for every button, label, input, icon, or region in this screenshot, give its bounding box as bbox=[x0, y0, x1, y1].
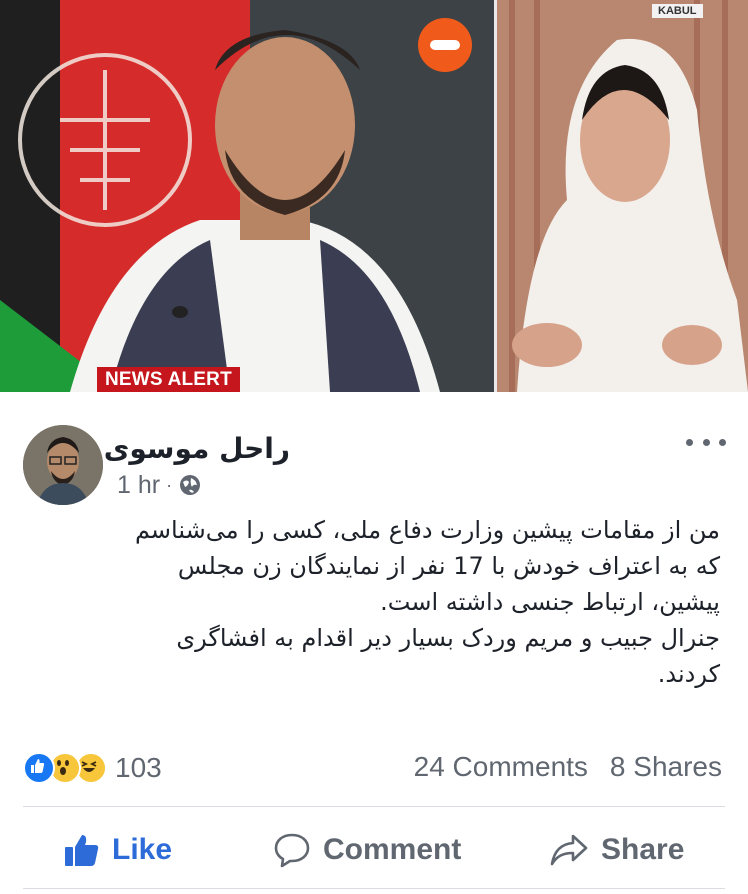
post-body: من از مقامات پیشین وزارت دفاع ملی، کسی ر… bbox=[28, 512, 720, 692]
reaction-count: 103 bbox=[115, 752, 162, 783]
post-time[interactable]: 1 hr bbox=[117, 471, 160, 500]
globe-icon[interactable] bbox=[178, 473, 202, 497]
post-text-line: کردند. bbox=[657, 660, 720, 688]
comment-button[interactable]: Comment bbox=[273, 828, 461, 872]
post-text-line: که به اعتراف خودش با 17 نفر از نمایندگان… bbox=[177, 552, 720, 580]
divider-line bbox=[23, 806, 725, 807]
woman-interview-illustration bbox=[497, 0, 748, 392]
thumbs-up-icon bbox=[65, 835, 99, 866]
interview-frame-left: NEWS ALERT bbox=[0, 0, 494, 392]
post-text-line: من از مقامات پیشین وزارت دفاع ملی، کسی ر… bbox=[134, 516, 720, 544]
author-name[interactable]: راحل موسوی bbox=[104, 432, 290, 465]
post-meta: 1 hr · bbox=[117, 471, 202, 499]
more-dot-icon bbox=[719, 438, 726, 446]
share-arrow-icon bbox=[550, 834, 588, 866]
more-options-icon[interactable] bbox=[686, 432, 726, 452]
man-interview-illustration bbox=[0, 0, 494, 392]
share-label: Share bbox=[601, 833, 685, 866]
divider-line bbox=[23, 888, 725, 889]
more-dot-icon bbox=[702, 438, 710, 446]
news-alert-banner: NEWS ALERT bbox=[97, 367, 240, 392]
engagement-counts: 24 Comments 8 Shares bbox=[414, 751, 722, 783]
comment-bubble-icon bbox=[274, 833, 310, 868]
reaction-summary[interactable]: 103 bbox=[23, 752, 162, 784]
shares-count-link[interactable]: 8 Shares bbox=[610, 751, 722, 783]
post-image[interactable]: NEWS ALERT KABUL bbox=[0, 0, 748, 392]
comment-label: Comment bbox=[323, 833, 462, 866]
meta-separator: · bbox=[166, 474, 173, 495]
more-dot-icon bbox=[686, 438, 693, 446]
post-text-line: جنرال جبیب و مریم وردک بسیار دیر اقدام ب… bbox=[176, 624, 720, 652]
location-tag: KABUL bbox=[652, 4, 703, 18]
post-text-line: پیشین، ارتباط جنسی داشته است. bbox=[380, 588, 720, 616]
channel-logo-icon bbox=[418, 18, 472, 72]
comments-count-link[interactable]: 24 Comments bbox=[414, 751, 588, 783]
share-button[interactable]: Share bbox=[549, 828, 684, 872]
interview-frame-right: KABUL bbox=[497, 0, 748, 392]
avatar-image bbox=[23, 425, 103, 505]
avatar[interactable] bbox=[23, 425, 103, 505]
like-icon bbox=[23, 752, 55, 784]
like-label: Like bbox=[112, 833, 173, 866]
like-button[interactable]: Like bbox=[64, 828, 172, 872]
